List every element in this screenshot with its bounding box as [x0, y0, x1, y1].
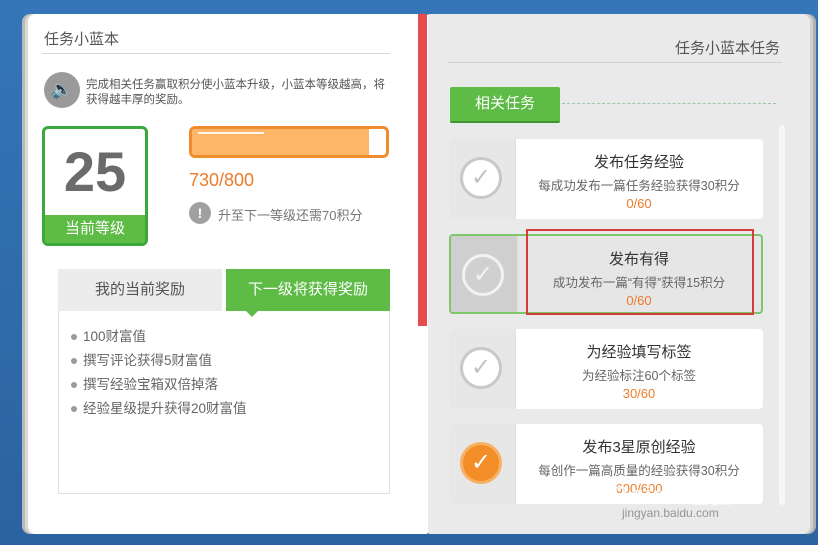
right-page-title: 任务小蓝本任务 [674, 40, 780, 57]
dashed-divider [562, 103, 776, 104]
highlight-frame [526, 229, 754, 315]
task-progress: 0/60 [626, 196, 652, 211]
check-circle-icon: ✓ [460, 442, 502, 484]
watermark-logo: Baidu经验 [612, 482, 734, 509]
check-circle-icon: ✓ [460, 347, 502, 389]
level-number: 25 [63, 140, 127, 203]
watermark-url: jingyan.baidu.com [622, 506, 719, 520]
level-label: 当前等级 [45, 215, 145, 243]
divider [42, 53, 390, 54]
reward-list: 100财富值 撰写评论获得5财富值 撰写经验宝箱双倍掉落 经验星级提升获得20财… [69, 325, 247, 421]
check-circle-icon: ✓ [460, 157, 502, 199]
description-text: 完成相关任务赢取积分使小蓝本升级，小蓝本等级越高，将获得越丰厚的奖励。 [86, 79, 385, 106]
list-item: 100财富值 [69, 325, 247, 349]
task-description: 为经验标注60个标签 [582, 369, 696, 383]
divider [448, 62, 782, 63]
related-tasks-tag: 相关任务 [450, 87, 560, 123]
tab-current-rewards[interactable]: 我的当前奖励 [58, 269, 222, 311]
left-page-title: 任务小蓝本 [44, 31, 120, 48]
speaker-icon: 🔈 [44, 72, 80, 108]
task-card-fill-tags[interactable]: ✓ 为经验填写标签 为经验标注60个标签 30/60 [449, 329, 763, 409]
task-card-publish-task-experience[interactable]: ✓ 发布任务经验 每成功发布一篇任务经验获得30积分 0/60 [449, 139, 763, 219]
list-item: 撰写经验宝箱双倍掉落 [69, 373, 247, 397]
task-progress: 30/60 [622, 386, 656, 401]
current-level-card: 25 当前等级 [42, 126, 148, 246]
experience-bar-shine [198, 132, 264, 134]
reward-tabs: 我的当前奖励 下一级将获得奖励 [58, 269, 390, 311]
book-spine-lower [418, 326, 427, 534]
task-name: 发布3星原创经验 [582, 439, 696, 456]
task-description: 每成功发布一篇任务经验获得30积分 [538, 179, 740, 193]
task-name: 为经验填写标签 [586, 344, 692, 361]
check-circle-icon: ✓ [462, 254, 504, 296]
experience-bar [189, 126, 389, 158]
book-spine [418, 14, 427, 326]
list-item: 经验星级提升获得20财富值 [69, 397, 247, 421]
list-item: 撰写评论获得5财富值 [69, 349, 247, 373]
next-level-note: 升至下一等级还需70积分 [218, 208, 363, 223]
exclamation-icon: ! [189, 202, 211, 224]
experience-value: 730/800 [189, 170, 255, 190]
scrollbar[interactable] [779, 125, 785, 505]
tab-next-level-rewards[interactable]: 下一级将获得奖励 [226, 269, 390, 311]
reward-panel: 100财富值 撰写评论获得5财富值 撰写经验宝箱双倍掉落 经验星级提升获得20财… [58, 311, 390, 494]
task-name: 发布任务经验 [593, 154, 684, 171]
